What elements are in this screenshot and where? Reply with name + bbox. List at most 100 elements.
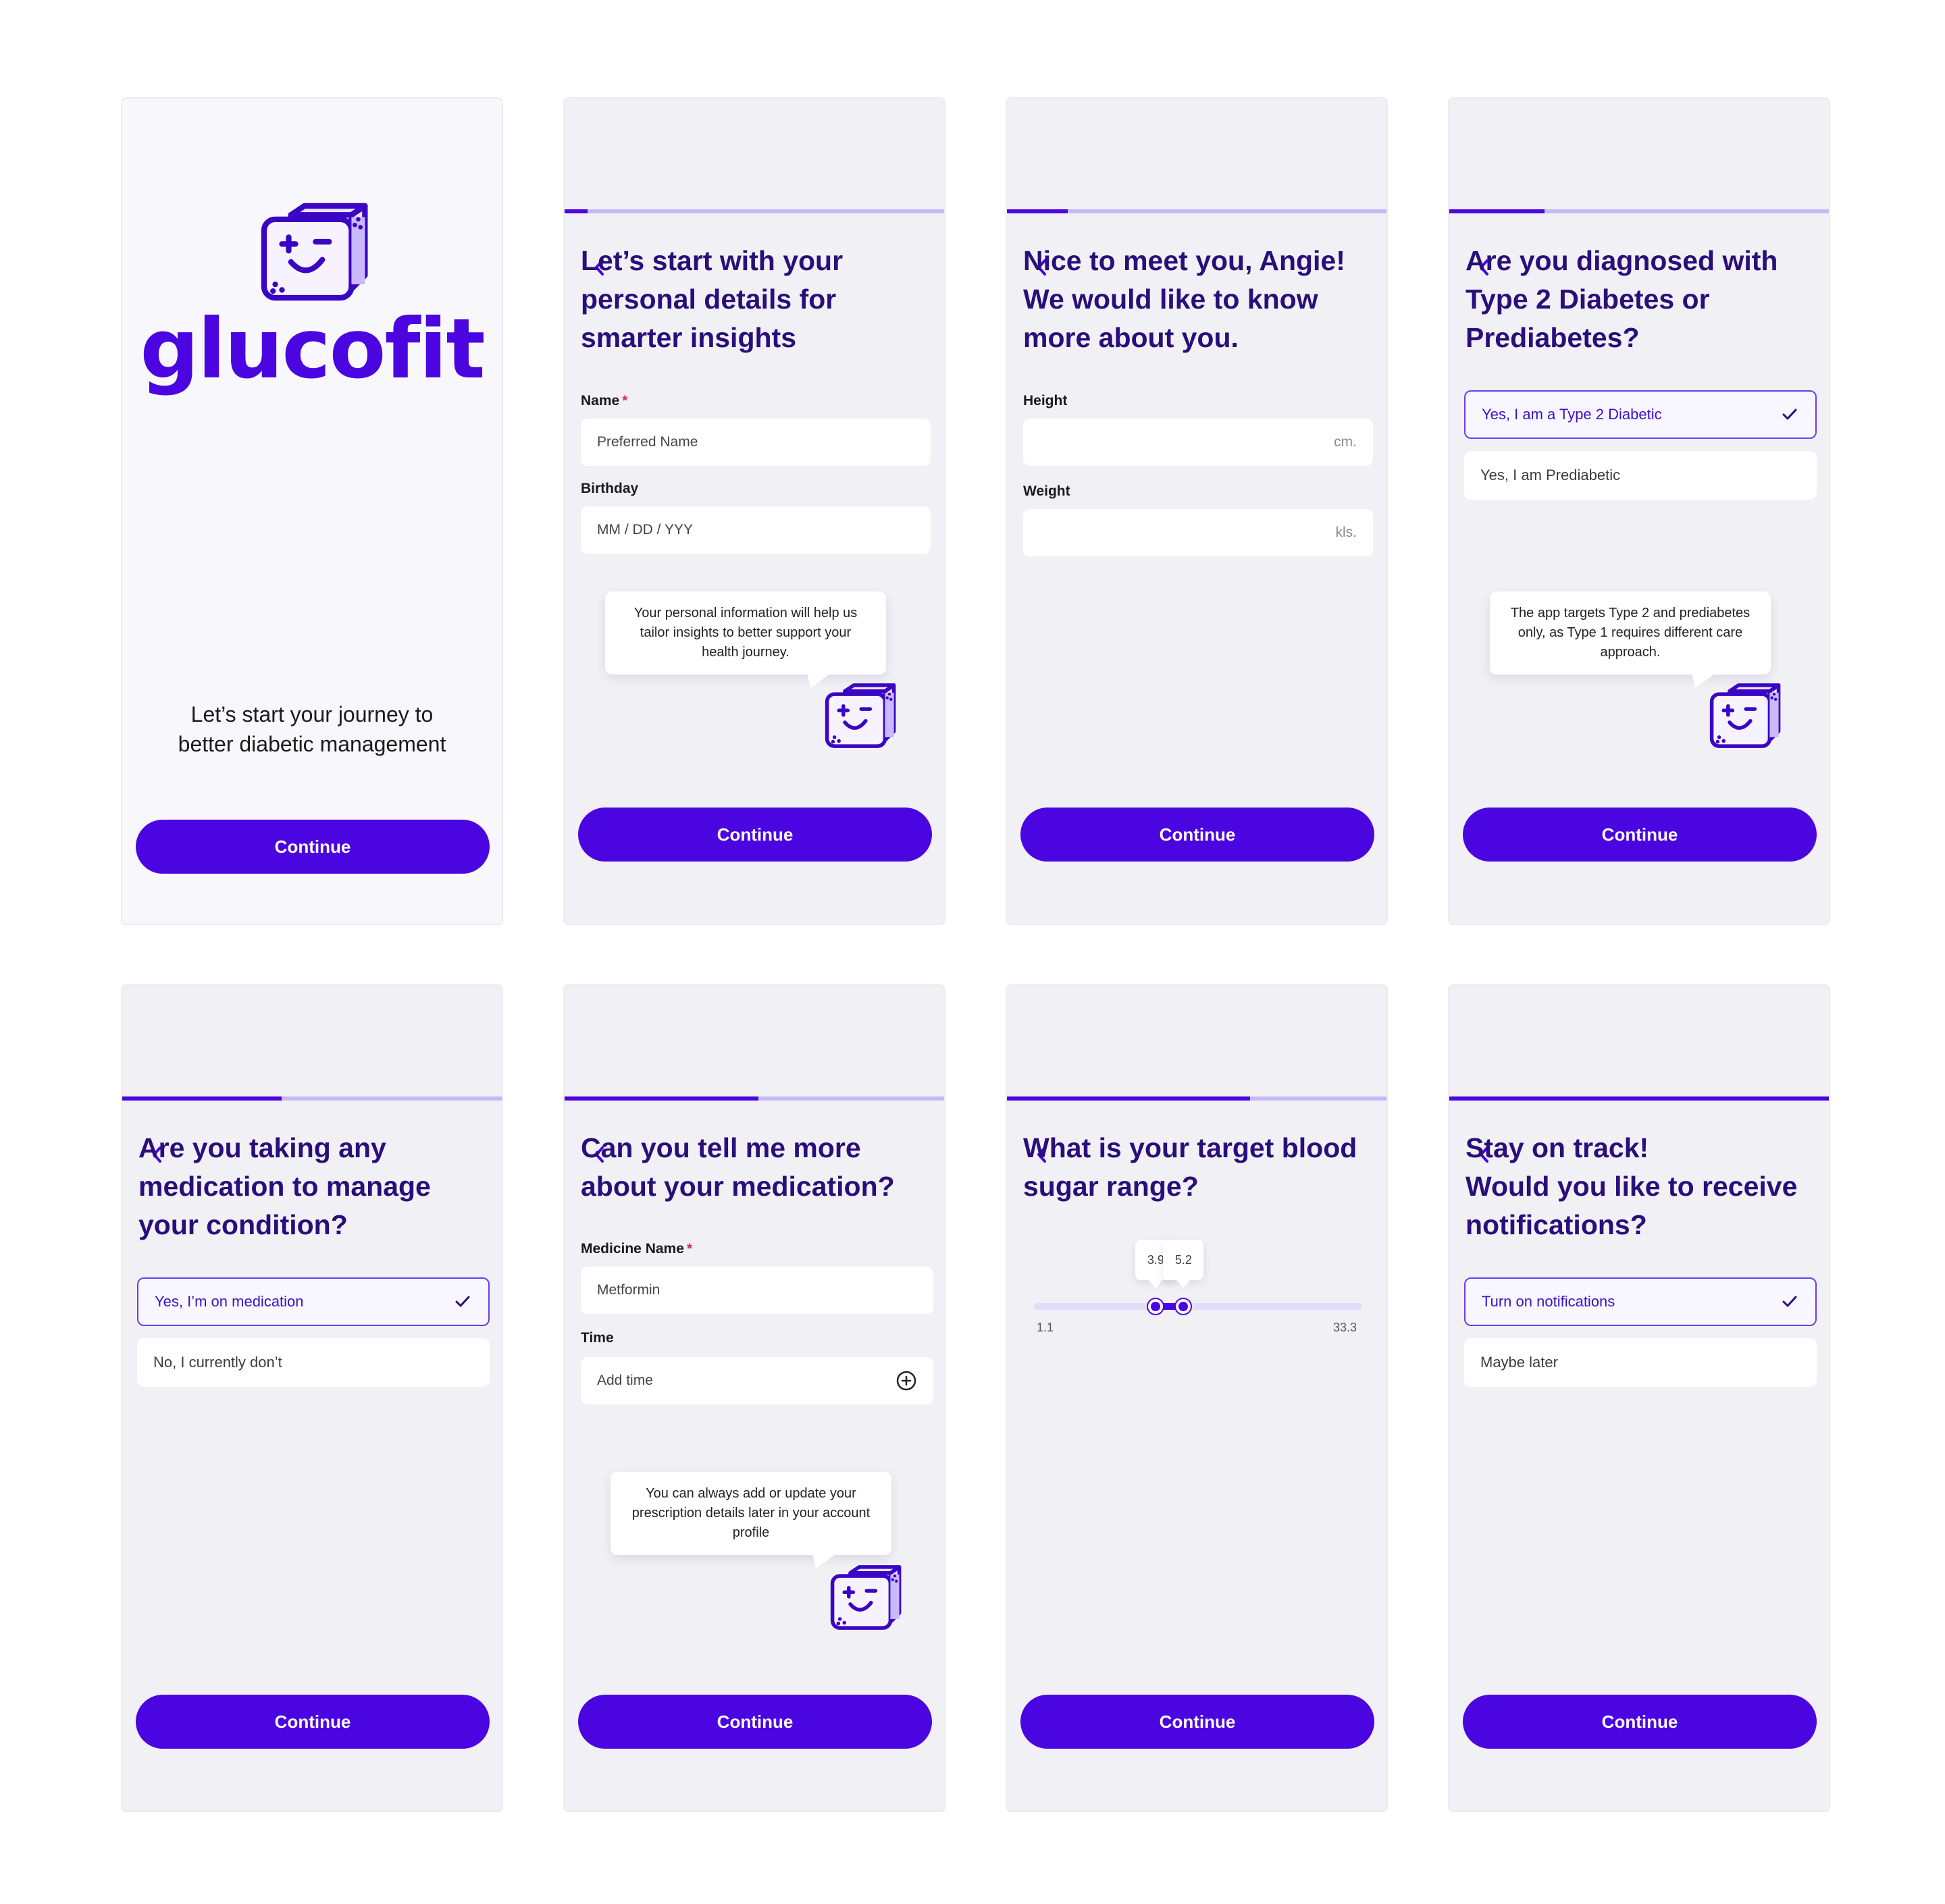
birthday-input[interactable]: MM / DD / YYY	[581, 506, 931, 554]
check-icon	[1780, 1292, 1799, 1311]
continue-button[interactable]: Continue	[136, 820, 490, 874]
page-title: Can you tell me more about your medicati…	[581, 1129, 931, 1206]
weight-label: Weight	[1023, 483, 1070, 499]
progress-bar	[565, 209, 944, 213]
progress-fill	[565, 209, 588, 213]
progress-bar	[1449, 209, 1829, 213]
progress-bar	[122, 1096, 502, 1101]
progress-bar	[565, 1096, 944, 1101]
add-circle-icon[interactable]	[896, 1370, 917, 1392]
progress-bar	[1007, 209, 1386, 213]
title-line: We would like to know	[1023, 284, 1318, 315]
mascot-icon	[828, 1564, 902, 1631]
screen-personal-details: Let’s start with your personal details f…	[563, 97, 945, 925]
title-line: Let’s start with your	[581, 245, 844, 276]
tip-bubble: Your personal information will help us t…	[605, 591, 886, 675]
continue-button[interactable]: Continue	[1463, 808, 1817, 862]
time-label: Time	[581, 1330, 614, 1346]
screen-target-range: What is your target blood sugar range? 3…	[1006, 984, 1388, 1812]
option-label: Yes, I am a Type 2 Diabetic	[1482, 406, 1662, 423]
logo-mascot-icon	[257, 201, 369, 302]
welcome-tagline: Let’s start your journey to better diabe…	[122, 699, 502, 759]
time-placeholder: Add time	[597, 1373, 653, 1388]
page-title: Nice to meet you, Angie! We would like t…	[1023, 242, 1373, 357]
check-icon	[1780, 405, 1799, 424]
progress-fill	[1007, 1096, 1250, 1101]
title-line: about your medication?	[581, 1171, 895, 1202]
progress-bar	[1007, 1096, 1386, 1101]
title-line: medication to manage	[138, 1171, 431, 1202]
tagline-line: Let’s start your journey to	[190, 702, 434, 726]
title-line: What is your target blood	[1023, 1132, 1357, 1163]
range-max-label: 33.3	[1332, 1321, 1357, 1334]
title-line: Stay on track!	[1466, 1132, 1649, 1163]
progress-bar	[1449, 1096, 1829, 1101]
page-title: Let’s start with your personal details f…	[581, 242, 931, 357]
option-label: Yes, I’m on medication	[155, 1293, 304, 1310]
title-line: your condition?	[138, 1209, 348, 1240]
continue-button[interactable]: Continue	[1020, 808, 1374, 862]
name-input[interactable]: Preferred Name	[581, 419, 931, 466]
medicine-label-text: Medicine Name	[581, 1241, 684, 1257]
option-label: Turn on notifications	[1482, 1293, 1615, 1310]
high-handle[interactable]	[1176, 1299, 1191, 1314]
screen-diagnosis: Are you diagnosed with Type 2 Diabetes o…	[1448, 97, 1830, 925]
continue-button[interactable]: Continue	[1020, 1695, 1374, 1749]
page-title: Are you taking any medication to manage …	[138, 1129, 488, 1244]
continue-button[interactable]: Continue	[578, 1695, 932, 1749]
name-label: Name *	[581, 393, 627, 409]
title-line: sugar range?	[1023, 1171, 1199, 1202]
progress-fill	[1449, 209, 1545, 213]
screen-welcome: glucofit Let’s start your journey to bet…	[121, 97, 503, 925]
continue-button[interactable]: Continue	[1463, 1695, 1817, 1749]
medicine-name-label: Medicine Name *	[581, 1241, 692, 1257]
title-line: Would you like to receive	[1466, 1171, 1798, 1202]
range-min-label: 1.1	[1037, 1321, 1054, 1334]
birthday-label: Birthday	[581, 481, 639, 496]
title-line: notifications?	[1466, 1209, 1647, 1240]
tip-bubble: You can always add or update your prescr…	[611, 1472, 891, 1555]
option-no-medication[interactable]: No, I currently don’t	[137, 1338, 490, 1387]
title-line: Can you tell me more	[581, 1132, 861, 1163]
option-label: Yes, I am Prediabetic	[1480, 467, 1621, 483]
title-line: smarter insights	[581, 322, 796, 353]
time-input[interactable]: Add time	[581, 1357, 933, 1404]
range-slider-track[interactable]	[1034, 1303, 1362, 1310]
low-handle[interactable]	[1148, 1299, 1164, 1314]
progress-fill	[1007, 209, 1068, 213]
screen-medication-question: Are you taking any medication to manage …	[121, 984, 503, 1812]
mascot-icon	[823, 682, 897, 749]
required-mark: *	[686, 1241, 693, 1257]
option-type2-diabetic[interactable]: Yes, I am a Type 2 Diabetic	[1464, 390, 1817, 439]
title-line: personal details for	[581, 284, 837, 315]
continue-button[interactable]: Continue	[578, 808, 932, 862]
title-line: Are you taking any	[138, 1132, 386, 1163]
birthday-placeholder: MM / DD / YYY	[597, 522, 693, 537]
option-on-medication[interactable]: Yes, I’m on medication	[137, 1277, 490, 1326]
name-placeholder: Preferred Name	[597, 434, 698, 450]
progress-fill	[122, 1096, 282, 1101]
progress-fill	[565, 1096, 758, 1101]
option-turn-on-notifications[interactable]: Turn on notifications	[1464, 1277, 1817, 1326]
weight-input[interactable]: kls.	[1023, 509, 1373, 556]
page-title: What is your target blood sugar range?	[1023, 1129, 1373, 1206]
page-title: Are you diagnosed with Type 2 Diabetes o…	[1466, 242, 1815, 357]
medicine-name-input[interactable]: Metformin	[581, 1267, 933, 1314]
name-label-text: Name	[581, 393, 620, 408]
option-prediabetic[interactable]: Yes, I am Prediabetic	[1464, 451, 1817, 500]
screen-medication-details: Can you tell me more about your medicati…	[563, 984, 945, 1812]
continue-button[interactable]: Continue	[136, 1695, 490, 1749]
check-icon	[453, 1292, 472, 1311]
title-line: Type 2 Diabetes or	[1466, 284, 1710, 315]
screen-notifications: Stay on track! Would you like to receive…	[1448, 984, 1830, 1812]
screen-body-metrics: Nice to meet you, Angie! We would like t…	[1006, 97, 1388, 925]
page-title: Stay on track! Would you like to receive…	[1466, 1129, 1815, 1244]
height-input[interactable]: cm.	[1023, 419, 1373, 466]
title-line: Prediabetes?	[1466, 322, 1640, 353]
title-line: Are you diagnosed with	[1466, 245, 1778, 276]
progress-fill	[1449, 1096, 1829, 1101]
medicine-value: Metformin	[597, 1282, 660, 1298]
option-label: No, I currently don’t	[153, 1354, 282, 1371]
brand-wordmark: glucofit	[140, 301, 485, 397]
option-maybe-later[interactable]: Maybe later	[1464, 1338, 1817, 1387]
